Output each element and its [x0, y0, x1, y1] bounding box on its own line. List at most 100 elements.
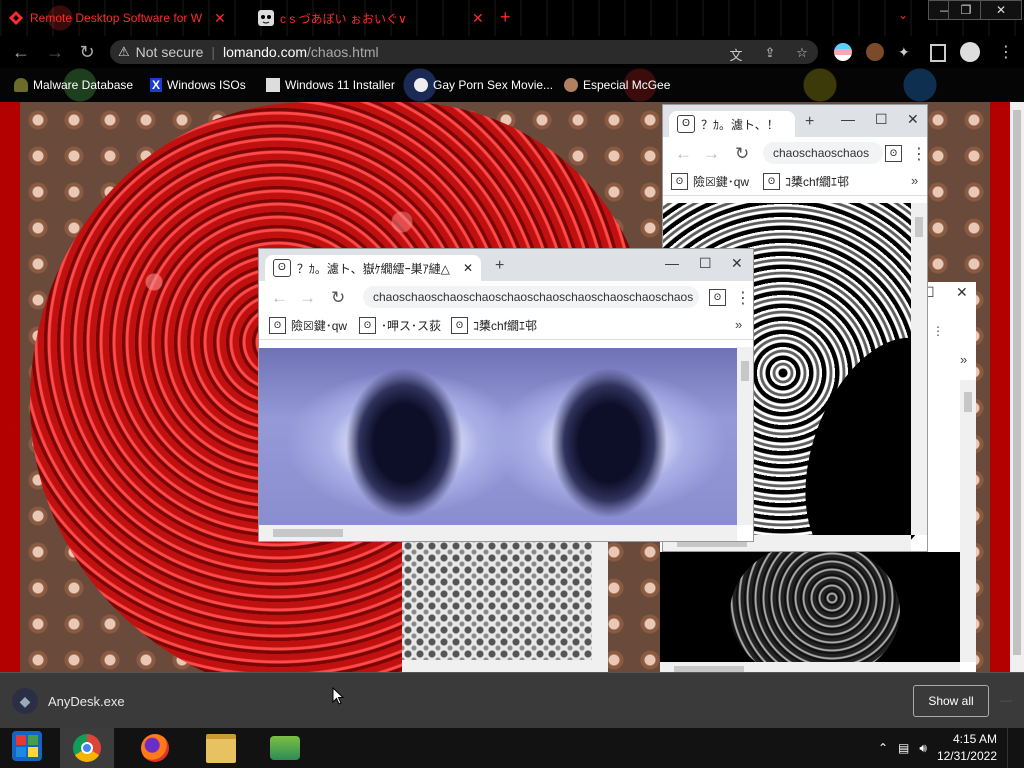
vertical-scrollbar[interactable] [911, 203, 927, 535]
menu-kebab-icon[interactable]: ⋮ [911, 144, 927, 164]
window-close-button[interactable]: ✕ [980, 0, 1022, 20]
reload-icon[interactable]: ↻ [331, 288, 345, 308]
noise-window-scrollbar[interactable] [592, 540, 608, 660]
shelf-close-icon[interactable]: — [1000, 693, 1012, 707]
popup-title-bar: ʘ ？ｶ。濾ト、！ + — ☐ ✕ [663, 105, 927, 137]
volume-icon[interactable]: 🔊︎ [919, 741, 927, 756]
popup-address-bar[interactable]: chaoschaoschaoschaoschaoschaoschaoschaos… [363, 286, 699, 308]
bookmark-windows-isos[interactable]: X Windows ISOs [150, 76, 246, 94]
bookmark-windows-11-installer[interactable]: Windows 11 Installer [266, 76, 395, 94]
back-arrow-icon[interactable]: ← [10, 41, 32, 63]
anime-face-icon [258, 10, 274, 26]
maximize-icon[interactable]: ☐ [699, 255, 712, 272]
taskbar-chrome[interactable] [60, 728, 114, 768]
share-icon[interactable]: ⇪ [762, 45, 778, 61]
new-tab-button[interactable]: + [500, 7, 511, 28]
profile-icon[interactable] [960, 42, 980, 62]
show-hidden-icons-chevron-icon[interactable]: ⌃ [878, 741, 888, 755]
menu-kebab-icon[interactable]: ⋮ [932, 324, 944, 338]
menu-kebab-icon[interactable]: ⋮ [998, 42, 1014, 62]
popup-bookmark-label: 險☒鍵･qw [291, 319, 348, 333]
popup-bookmark[interactable]: ʘ ･呷ス･ス荻 [359, 317, 441, 334]
side-panel-icon[interactable] [930, 44, 946, 62]
close-icon[interactable]: ✕ [907, 111, 919, 128]
start-button[interactable] [0, 728, 54, 768]
anime-face-icon[interactable]: ʘ [885, 145, 902, 162]
taskbar-network-app[interactable] [258, 728, 312, 768]
anime-face-icon: ʘ [671, 173, 688, 190]
popup-title-bar: ʘ ？ｶ。濾ト、嶽ｹ繝繧ｰ巣ｱ縺△ ✕ + — ☐ ✕ [259, 249, 753, 281]
person-icon [14, 78, 28, 92]
chevron-double-right-icon[interactable]: » [735, 317, 742, 332]
vertical-scrollbar[interactable] [960, 380, 976, 662]
anime-face-icon: ʘ [273, 259, 291, 277]
bookmark-gay-porn-sex-movie[interactable]: Gay Porn Sex Movie... [414, 76, 553, 94]
taskbar-file-explorer[interactable] [194, 728, 248, 768]
forward-arrow-icon[interactable]: → [299, 288, 316, 308]
close-icon[interactable]: ✕ [956, 284, 968, 301]
anime-face-icon[interactable]: ʘ [709, 289, 726, 306]
chrome-icon [73, 734, 101, 762]
back-arrow-icon[interactable]: ← [675, 144, 692, 164]
tab-close-icon[interactable]: ✕ [472, 10, 484, 27]
close-icon[interactable]: ✕ [731, 255, 743, 272]
tab-chaos[interactable]: c s づあぼい ぉおいぐ∨ ✕ [258, 4, 484, 32]
popup-tab[interactable]: ʘ ？ｶ。濾ト、！ [669, 111, 795, 137]
network-icon[interactable]: ▤ [898, 741, 909, 755]
new-tab-button[interactable]: + [805, 113, 814, 131]
extensions-puzzle-icon[interactable]: ✦ [898, 44, 910, 61]
menu-kebab-icon[interactable]: ⋮ [735, 288, 751, 308]
bookmark-star-icon[interactable]: ☆ [794, 45, 810, 61]
extension-avatar-icon[interactable] [866, 43, 884, 61]
tab-title: c s づあぼい ぉおいぐ∨ [280, 11, 407, 26]
show-desktop-button[interactable] [1007, 728, 1014, 768]
translate-icon[interactable]: 文 [728, 45, 744, 63]
extension-flag-icon[interactable] [834, 43, 852, 61]
back-arrow-icon[interactable]: ← [271, 288, 288, 308]
tab-search-chevron-icon[interactable]: ⌄ [898, 8, 908, 22]
popup-tab[interactable]: ʘ ？ｶ。濾ト、嶽ｹ繝繧ｰ巣ｱ縺△ ✕ [265, 255, 481, 281]
horizontal-scrollbar[interactable] [259, 525, 737, 541]
forward-arrow-icon[interactable]: → [703, 144, 720, 164]
download-item[interactable]: ◆ AnyDesk.exe [12, 687, 125, 715]
popup-window-front[interactable]: ʘ ？ｶ。濾ト、嶽ｹ繝繧ｰ巣ｱ縺△ ✕ + — ☐ ✕ ← → ↻ chaosc… [258, 248, 754, 542]
anime-face-icon: ʘ [677, 115, 695, 133]
noise-texture-image [402, 540, 592, 660]
forward-arrow-icon[interactable]: → [44, 41, 66, 63]
reload-icon[interactable]: ↻ [735, 144, 749, 164]
horizontal-scrollbar[interactable] [660, 662, 960, 672]
taskbar-firefox[interactable] [128, 728, 182, 768]
anydesk-file-icon: ◆ [12, 688, 38, 714]
popup-bookmark-label: ･呷ス･ス荻 [381, 319, 442, 333]
maximize-icon[interactable]: ☐ [875, 111, 888, 128]
page-vertical-scrollbar[interactable] [1010, 102, 1024, 672]
vertical-scrollbar[interactable] [737, 347, 753, 525]
x-logo-icon: X [150, 78, 163, 92]
bookmark-especial-mcgee[interactable]: Especial McGee [564, 76, 670, 94]
mouse-cursor-icon [332, 687, 344, 705]
chevron-double-right-icon[interactable]: » [960, 352, 967, 367]
restore-button[interactable]: ❐ [948, 0, 984, 20]
tab-close-icon[interactable]: ✕ [214, 10, 226, 27]
firefox-icon [141, 734, 169, 762]
popup-address-bar[interactable]: chaoschaoschaos [763, 142, 883, 164]
popup-bookmark[interactable]: ʘ 險☒鍵･qw [269, 317, 347, 334]
security-label[interactable]: Not secure [136, 44, 204, 60]
tab-close-icon[interactable]: ✕ [463, 261, 473, 275]
warning-triangle-icon[interactable]: ⚠ [118, 44, 130, 60]
show-all-button[interactable]: Show all [913, 685, 989, 717]
minimize-icon[interactable]: — [841, 111, 855, 127]
address-bar[interactable]: ⚠ Not secure | lomando.com/chaos.html 文 … [110, 40, 818, 64]
chevron-double-right-icon[interactable]: » [911, 173, 918, 188]
bookmark-malware-database[interactable]: Malware Database [14, 76, 133, 94]
popup-bookmark[interactable]: ʘ ｺ橥chf繝ｴ邨 [763, 173, 849, 190]
reload-icon[interactable]: ↻ [76, 41, 98, 63]
popup-bookmark[interactable]: ʘ 險☒鍵･qw [671, 173, 749, 190]
new-tab-button[interactable]: + [495, 257, 504, 275]
minimize-icon[interactable]: — [665, 255, 679, 271]
tab-remote-desktop[interactable]: Remote Desktop Software for W ✕ [8, 4, 226, 32]
noise-window-hscrollbar[interactable] [402, 660, 608, 672]
popup-bookmark[interactable]: ʘ ｺ橥chf繝ｴ邨 [451, 317, 537, 334]
popup-bookmark-label: 險☒鍵･qw [693, 175, 750, 189]
clock[interactable]: 4:15 AM 12/31/2022 [937, 731, 997, 765]
